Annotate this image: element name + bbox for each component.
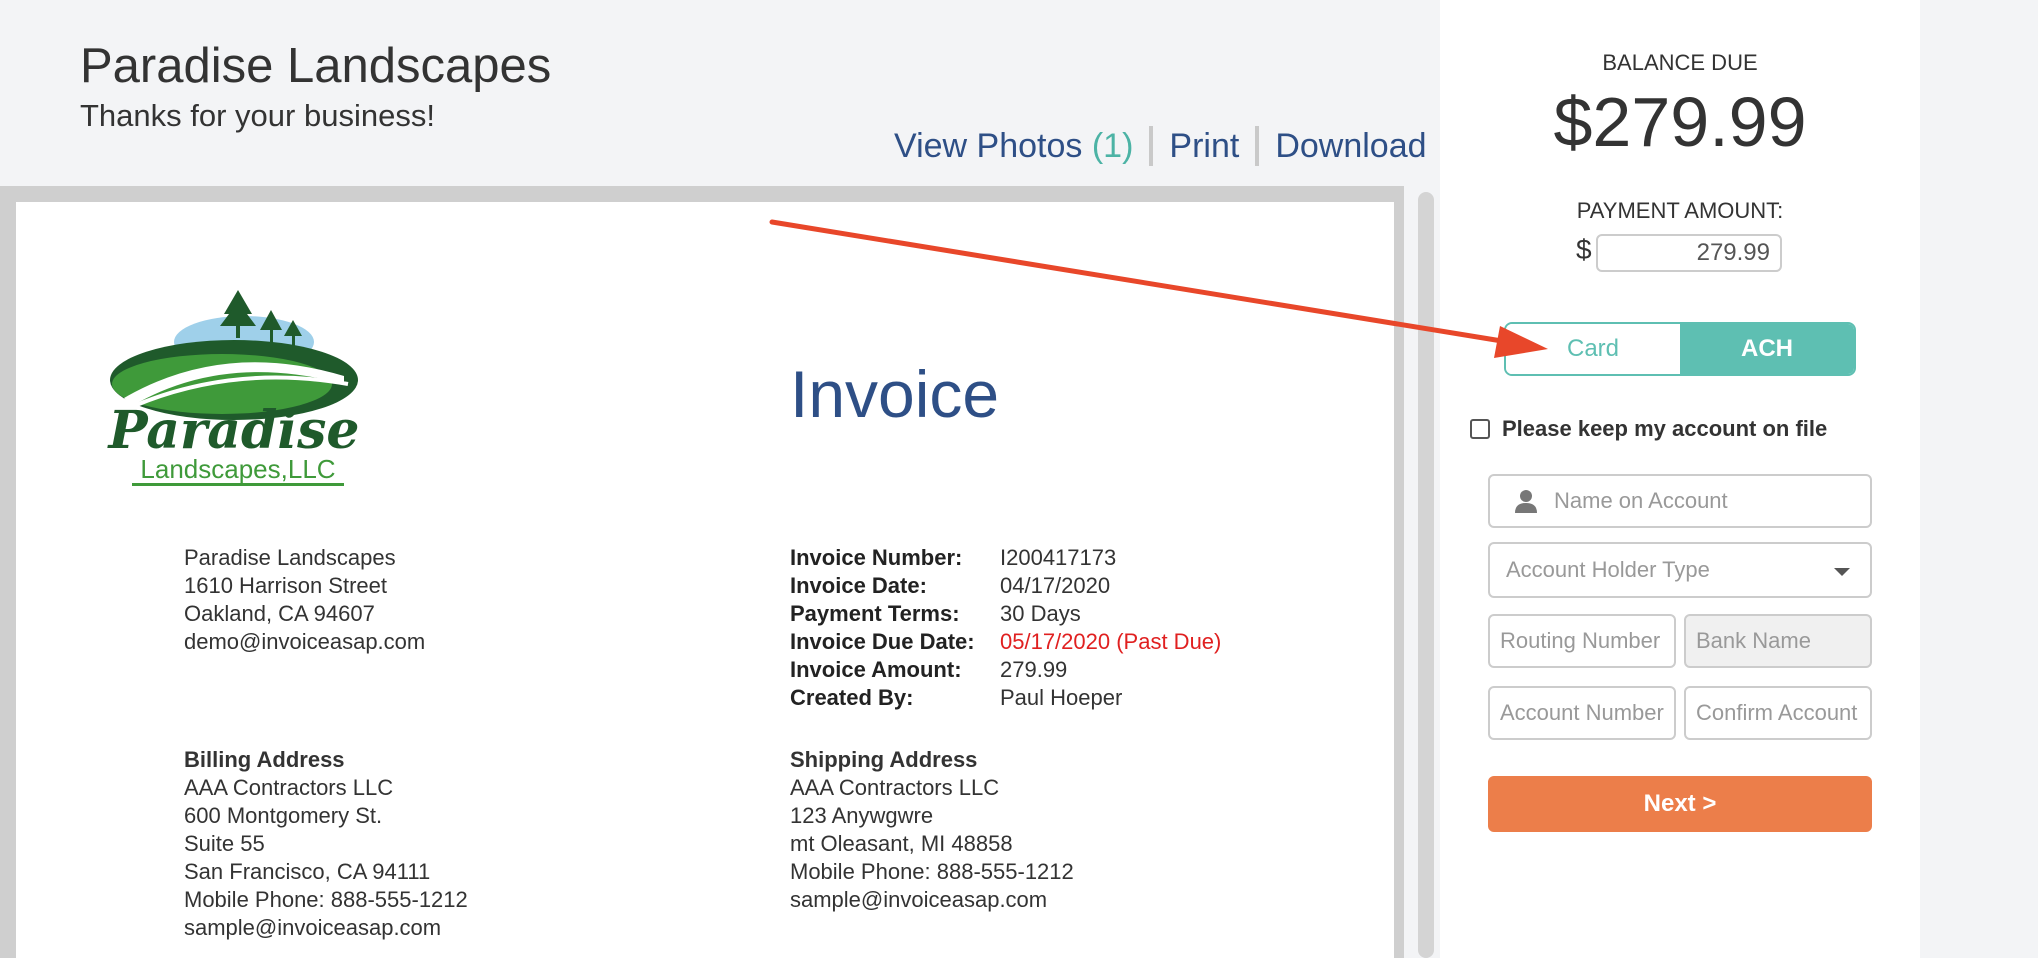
billing-address: Billing Address AAA Contractors LLC 600 … (184, 746, 468, 942)
seller-city: Oakland, CA 94607 (184, 601, 375, 626)
name-on-account-field[interactable]: Name on Account (1488, 474, 1872, 528)
detail-value: I200417173 (1000, 545, 1117, 570)
shipping-line: mt Oleasant, MI 48858 (790, 831, 1013, 856)
detail-invoice-amount: Invoice Amount: 279.99 (790, 656, 1221, 684)
company-name: Paradise Landscapes (80, 39, 552, 93)
invoice-heading: Invoice (790, 357, 1000, 431)
ach-tab[interactable]: ACH (1680, 324, 1854, 374)
balance-due-label: BALANCE DUE (1602, 50, 1758, 75)
detail-value: 04/17/2020 (1000, 573, 1111, 598)
name-on-account-placeholder: Name on Account (1554, 488, 1728, 513)
currency-symbol: $ (1576, 234, 1592, 265)
shipping-line: sample@invoiceasap.com (790, 887, 1048, 912)
seller-address: Paradise Landscapes 1610 Harrison Street… (184, 544, 425, 656)
billing-line: San Francisco, CA 94111 (184, 859, 431, 884)
detail-payment-terms: Payment Terms: 30 Days (790, 600, 1221, 628)
seller-email: demo@invoiceasap.com (184, 629, 426, 654)
detail-label: Payment Terms: (790, 601, 960, 626)
keep-on-file-option[interactable]: Please keep my account on file (1470, 416, 1827, 442)
routing-number-placeholder: Routing Number (1500, 628, 1661, 653)
bank-name-field: Bank Name (1684, 614, 1872, 668)
view-photos-label: View Photos (894, 126, 1083, 165)
confirm-account-placeholder: Confirm Account (1696, 700, 1858, 725)
detail-value: 30 Days (1000, 601, 1081, 626)
keep-on-file-label: Please keep my account on file (1502, 416, 1828, 441)
invoice-details: Invoice Number: I200417173 Invoice Date:… (790, 544, 1221, 712)
card-tab[interactable]: Card (1506, 324, 1680, 374)
keep-on-file-checkbox[interactable] (1470, 419, 1490, 439)
download-link[interactable]: Download (1275, 127, 1426, 166)
payment-amount-label: PAYMENT AMOUNT: (1576, 198, 1784, 223)
bank-name-placeholder: Bank Name (1696, 628, 1811, 653)
detail-created-by: Created By: Paul Hoeper (790, 684, 1221, 712)
detail-label: Invoice Amount: (790, 657, 962, 682)
billing-line: 600 Montgomery St. (184, 803, 383, 828)
shipping-line: Mobile Phone: 888-555-1212 (790, 859, 1074, 884)
detail-value: 279.99 (1000, 657, 1068, 682)
detail-invoice-number: Invoice Number: I200417173 (790, 544, 1221, 572)
detail-label: Invoice Date: (790, 573, 927, 598)
account-number-placeholder: Account Number (1500, 700, 1664, 725)
link-divider (1149, 126, 1154, 166)
svg-text:Landscapes,LLC: Landscapes,LLC (140, 454, 335, 484)
detail-invoice-date: Invoice Date: 04/17/2020 (790, 572, 1221, 600)
payment-method-toggle: Card ACH (1504, 322, 1856, 376)
invoice-actions: View Photos (1) Print Download (894, 126, 1427, 166)
balance-due-amount: $279.99 (1553, 83, 1807, 161)
routing-number-field[interactable]: Routing Number (1488, 614, 1676, 668)
account-number-field[interactable]: Account Number (1488, 686, 1676, 740)
detail-due-date: Invoice Due Date: 05/17/2020 (Past Due) (790, 628, 1221, 656)
seller-name: Paradise Landscapes (184, 545, 396, 570)
link-divider (1255, 126, 1260, 166)
payment-amount-input[interactable] (1596, 234, 1782, 272)
detail-value: Paul Hoeper (1000, 685, 1123, 710)
tagline: Thanks for your business! (80, 98, 435, 133)
detail-label: Created By: (790, 685, 914, 710)
past-due-date: 05/17/2020 (Past Due) (1000, 629, 1222, 654)
shipping-address: Shipping Address AAA Contractors LLC 123… (790, 746, 1074, 914)
account-holder-type-placeholder: Account Holder Type (1506, 557, 1710, 582)
billing-line: sample@invoiceasap.com (184, 915, 442, 940)
confirm-account-field[interactable]: Confirm Account (1684, 686, 1872, 740)
billing-title: Billing Address (184, 747, 345, 772)
chevron-down-icon (1834, 568, 1850, 576)
detail-label: Invoice Due Date: (790, 629, 975, 654)
svg-text:Paradise: Paradise (107, 400, 360, 461)
print-link[interactable]: Print (1169, 127, 1239, 166)
page-margin (1920, 0, 2038, 958)
billing-line: AAA Contractors LLC (184, 775, 394, 800)
invoice-scrollbar[interactable] (1418, 192, 1434, 958)
detail-label: Invoice Number: (790, 545, 963, 570)
next-button[interactable]: Next > (1488, 776, 1872, 832)
billing-line: Suite 55 (184, 831, 265, 856)
paradise-landscapes-logo: Paradise Landscapes,LLC (107, 290, 360, 486)
shipping-title: Shipping Address (790, 747, 978, 772)
shipping-line: AAA Contractors LLC (790, 775, 1000, 800)
photo-count: (1) (1091, 126, 1134, 165)
account-holder-type-select[interactable]: Account Holder Type (1488, 542, 1872, 598)
shipping-line: 123 Anywgwre (790, 803, 934, 828)
billing-line: Mobile Phone: 888-555-1212 (184, 887, 468, 912)
person-icon (1515, 490, 1537, 513)
seller-street: 1610 Harrison Street (184, 573, 387, 598)
view-photos-link[interactable]: View Photos (1) (894, 127, 1133, 166)
